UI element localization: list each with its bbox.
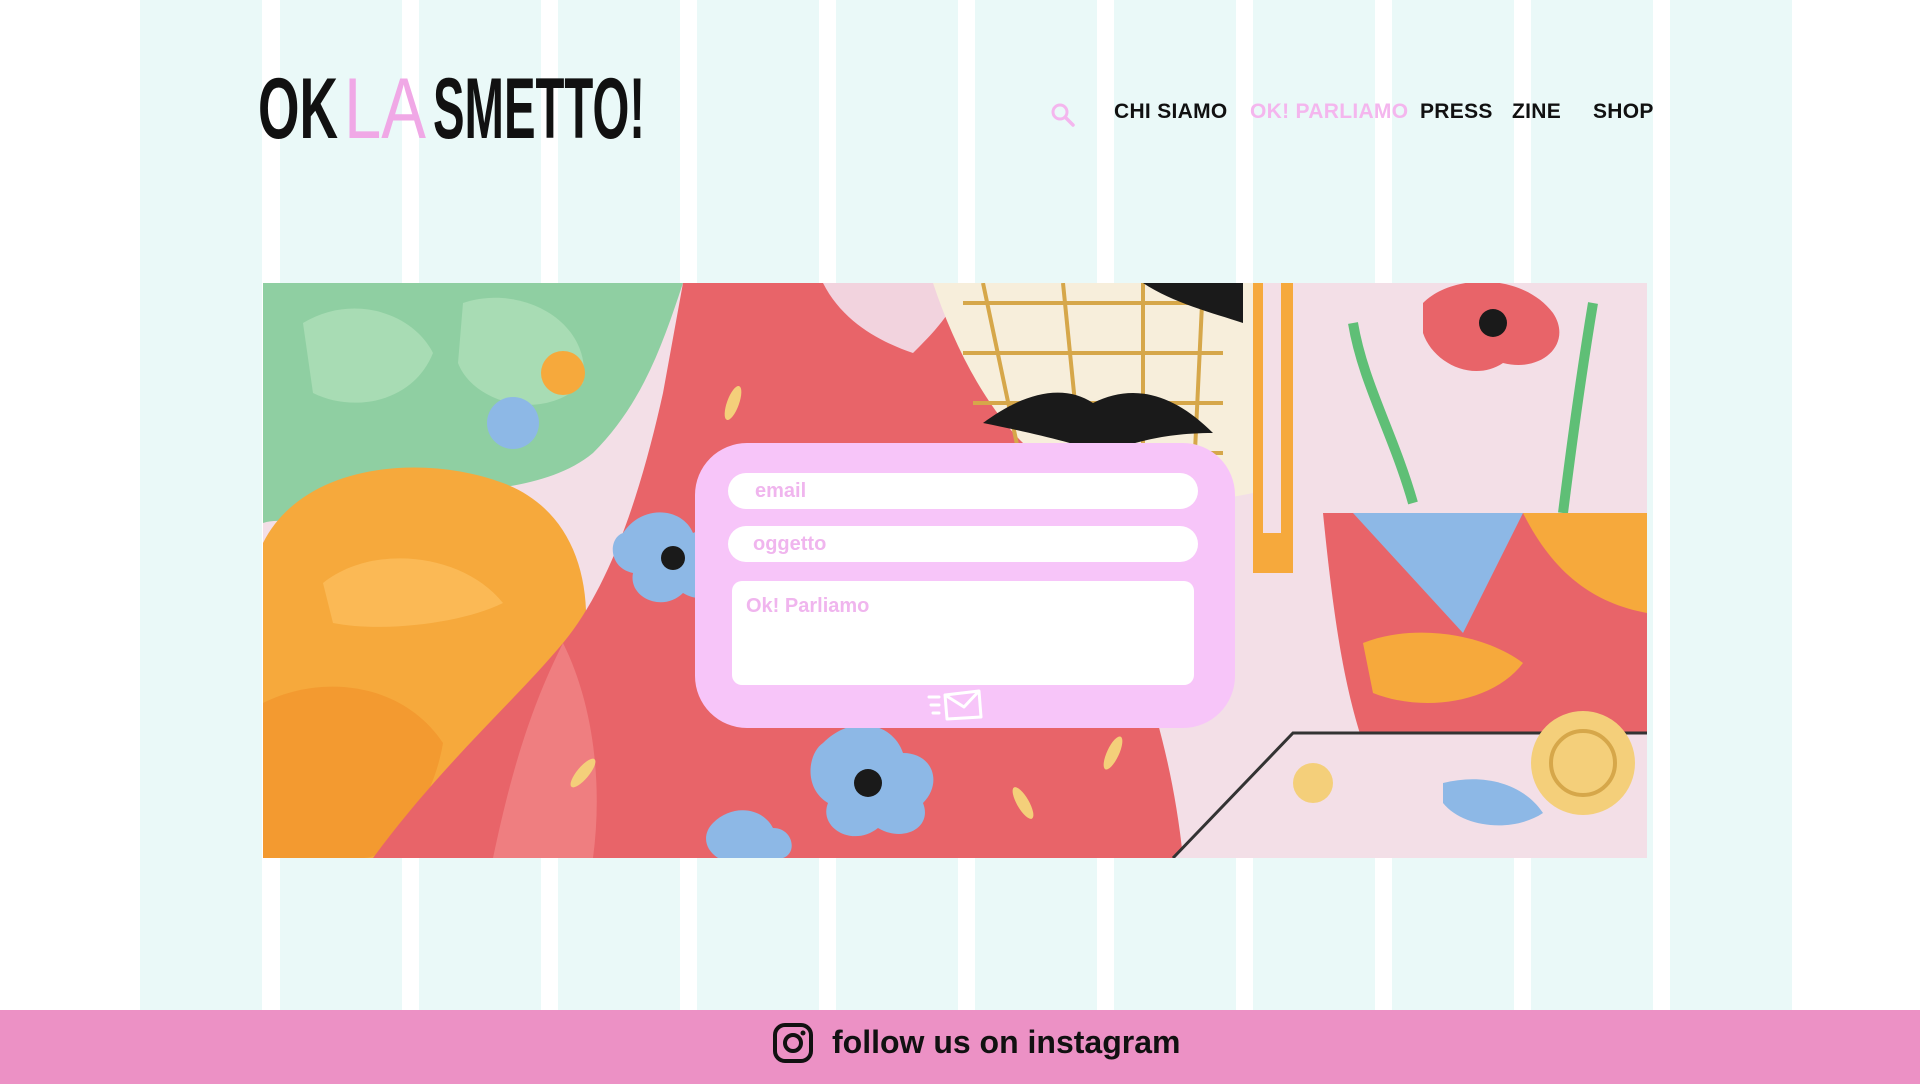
email-field[interactable]	[728, 473, 1198, 509]
subject-field[interactable]	[728, 526, 1198, 562]
bg-stripe	[1670, 0, 1792, 1010]
instagram-icon[interactable]	[772, 1022, 814, 1064]
footer-bar: follow us on instagram	[0, 1010, 1920, 1084]
contact-form	[695, 443, 1235, 728]
instagram-link[interactable]: follow us on instagram	[832, 1024, 1180, 1061]
logo-la: LA	[344, 61, 426, 150]
main-nav: CHI SIAMO OK! PARLIAMO PRESS ZINE SHOP	[1050, 100, 1653, 136]
nav-item-shop[interactable]: SHOP	[1593, 100, 1654, 124]
send-mail-icon[interactable]	[927, 687, 985, 723]
logo-smetto: SMETTO!	[433, 61, 645, 150]
nav-item-chi-siamo[interactable]: CHI SIAMO	[1114, 100, 1228, 124]
search-icon[interactable]	[1050, 102, 1076, 128]
nav-item-zine[interactable]: ZINE	[1512, 100, 1561, 124]
message-field[interactable]	[732, 581, 1194, 685]
logo-ok: OK	[258, 61, 338, 150]
site-logo[interactable]: OK LA SMETTO!	[258, 58, 648, 157]
bg-stripe	[140, 0, 262, 1010]
nav-item-ok-parliamo[interactable]: OK! PARLIAMO	[1250, 100, 1408, 124]
logo-wordmark: OK LA SMETTO!	[258, 61, 645, 157]
nav-item-press[interactable]: PRESS	[1420, 100, 1493, 124]
